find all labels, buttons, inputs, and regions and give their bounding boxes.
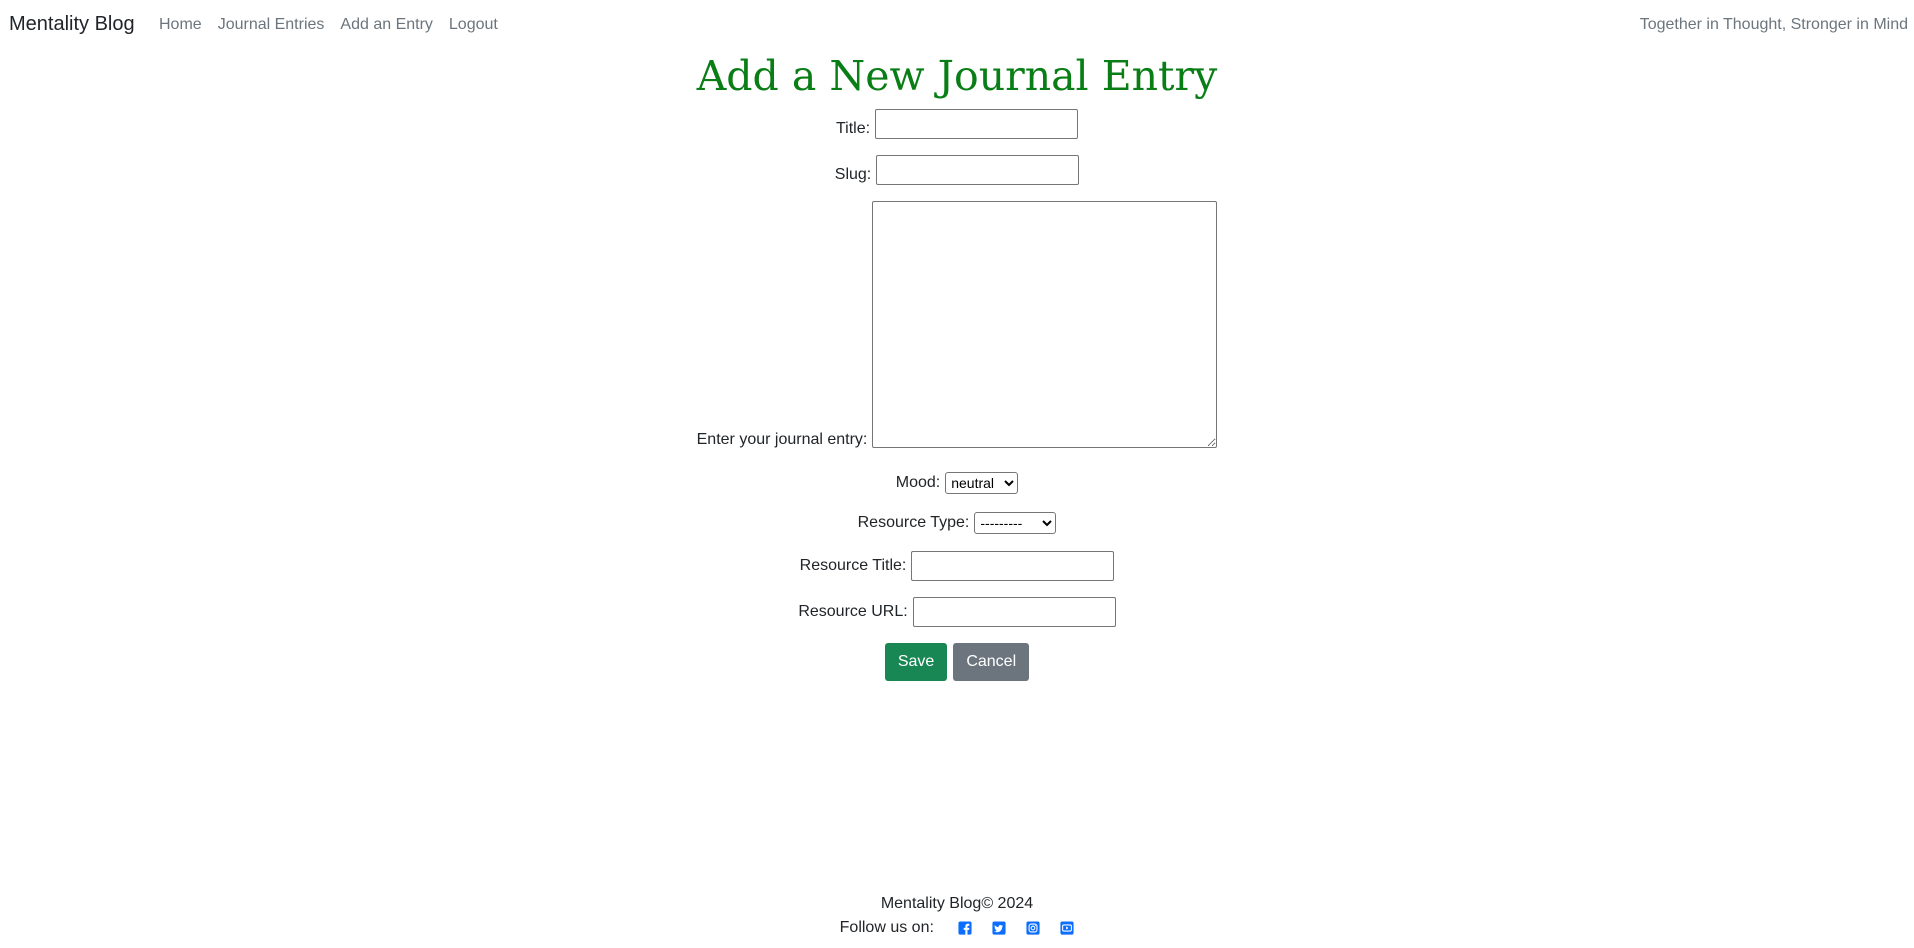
mood-label: Mood: bbox=[895, 474, 941, 491]
slug-label: Slug: bbox=[834, 166, 872, 183]
resource-type-select[interactable]: --------- bbox=[974, 512, 1057, 534]
resource-type-label: Resource Type: bbox=[857, 514, 970, 531]
footer-follow: Follow us on: bbox=[0, 919, 1914, 937]
nav-link-logout[interactable]: Logout bbox=[449, 16, 498, 34]
resource-title-label: Resource Title: bbox=[799, 557, 907, 574]
resource-title-input[interactable] bbox=[911, 551, 1115, 581]
resource-type-row: Resource Type: --------- bbox=[0, 512, 1914, 534]
nav-link-add-entry[interactable]: Add an Entry bbox=[340, 16, 433, 34]
nav-links: Home Journal Entries Add an Entry Logout bbox=[159, 16, 514, 34]
nav-link-journal-entries[interactable]: Journal Entries bbox=[218, 16, 325, 34]
social-links bbox=[938, 921, 1074, 935]
title-row: Title: bbox=[0, 109, 1914, 139]
nav-link-home[interactable]: Home bbox=[159, 16, 202, 34]
resource-url-label: Resource URL: bbox=[798, 603, 908, 620]
facebook-icon[interactable] bbox=[958, 921, 972, 935]
save-button[interactable]: Save bbox=[884, 643, 948, 681]
resource-url-input[interactable] bbox=[912, 597, 1116, 627]
form-actions: Save Cancel bbox=[0, 643, 1914, 681]
mood-select[interactable]: neutral bbox=[945, 472, 1019, 494]
mood-row: Mood: neutral bbox=[0, 472, 1914, 494]
instagram-icon[interactable] bbox=[1026, 921, 1040, 935]
twitter-icon[interactable] bbox=[992, 921, 1006, 935]
brand-link[interactable]: Mentality Blog bbox=[9, 13, 135, 36]
follow-label: Follow us on: bbox=[839, 919, 934, 936]
slug-input[interactable] bbox=[876, 155, 1080, 185]
resource-title-row: Resource Title: bbox=[0, 551, 1914, 581]
page-title: Add a New Journal Entry bbox=[696, 52, 1218, 100]
top-navbar: Mentality Blog Home Journal Entries Add … bbox=[0, 0, 1914, 49]
content-row: Enter your journal entry: bbox=[0, 201, 1914, 448]
content-label: Enter your journal entry: bbox=[696, 431, 868, 448]
journal-entry-textarea[interactable] bbox=[872, 201, 1218, 448]
slug-row: Slug: bbox=[0, 155, 1914, 185]
title-label: Title: bbox=[835, 120, 871, 137]
cancel-button[interactable]: Cancel bbox=[953, 643, 1030, 681]
title-input[interactable] bbox=[875, 109, 1079, 139]
tagline: Together in Thought, Stronger in Mind bbox=[1639, 16, 1908, 33]
youtube-icon[interactable] bbox=[1060, 921, 1074, 935]
resource-url-row: Resource URL: bbox=[0, 597, 1914, 627]
footer-copyright: Mentality Blog© 2024 bbox=[880, 895, 1034, 912]
